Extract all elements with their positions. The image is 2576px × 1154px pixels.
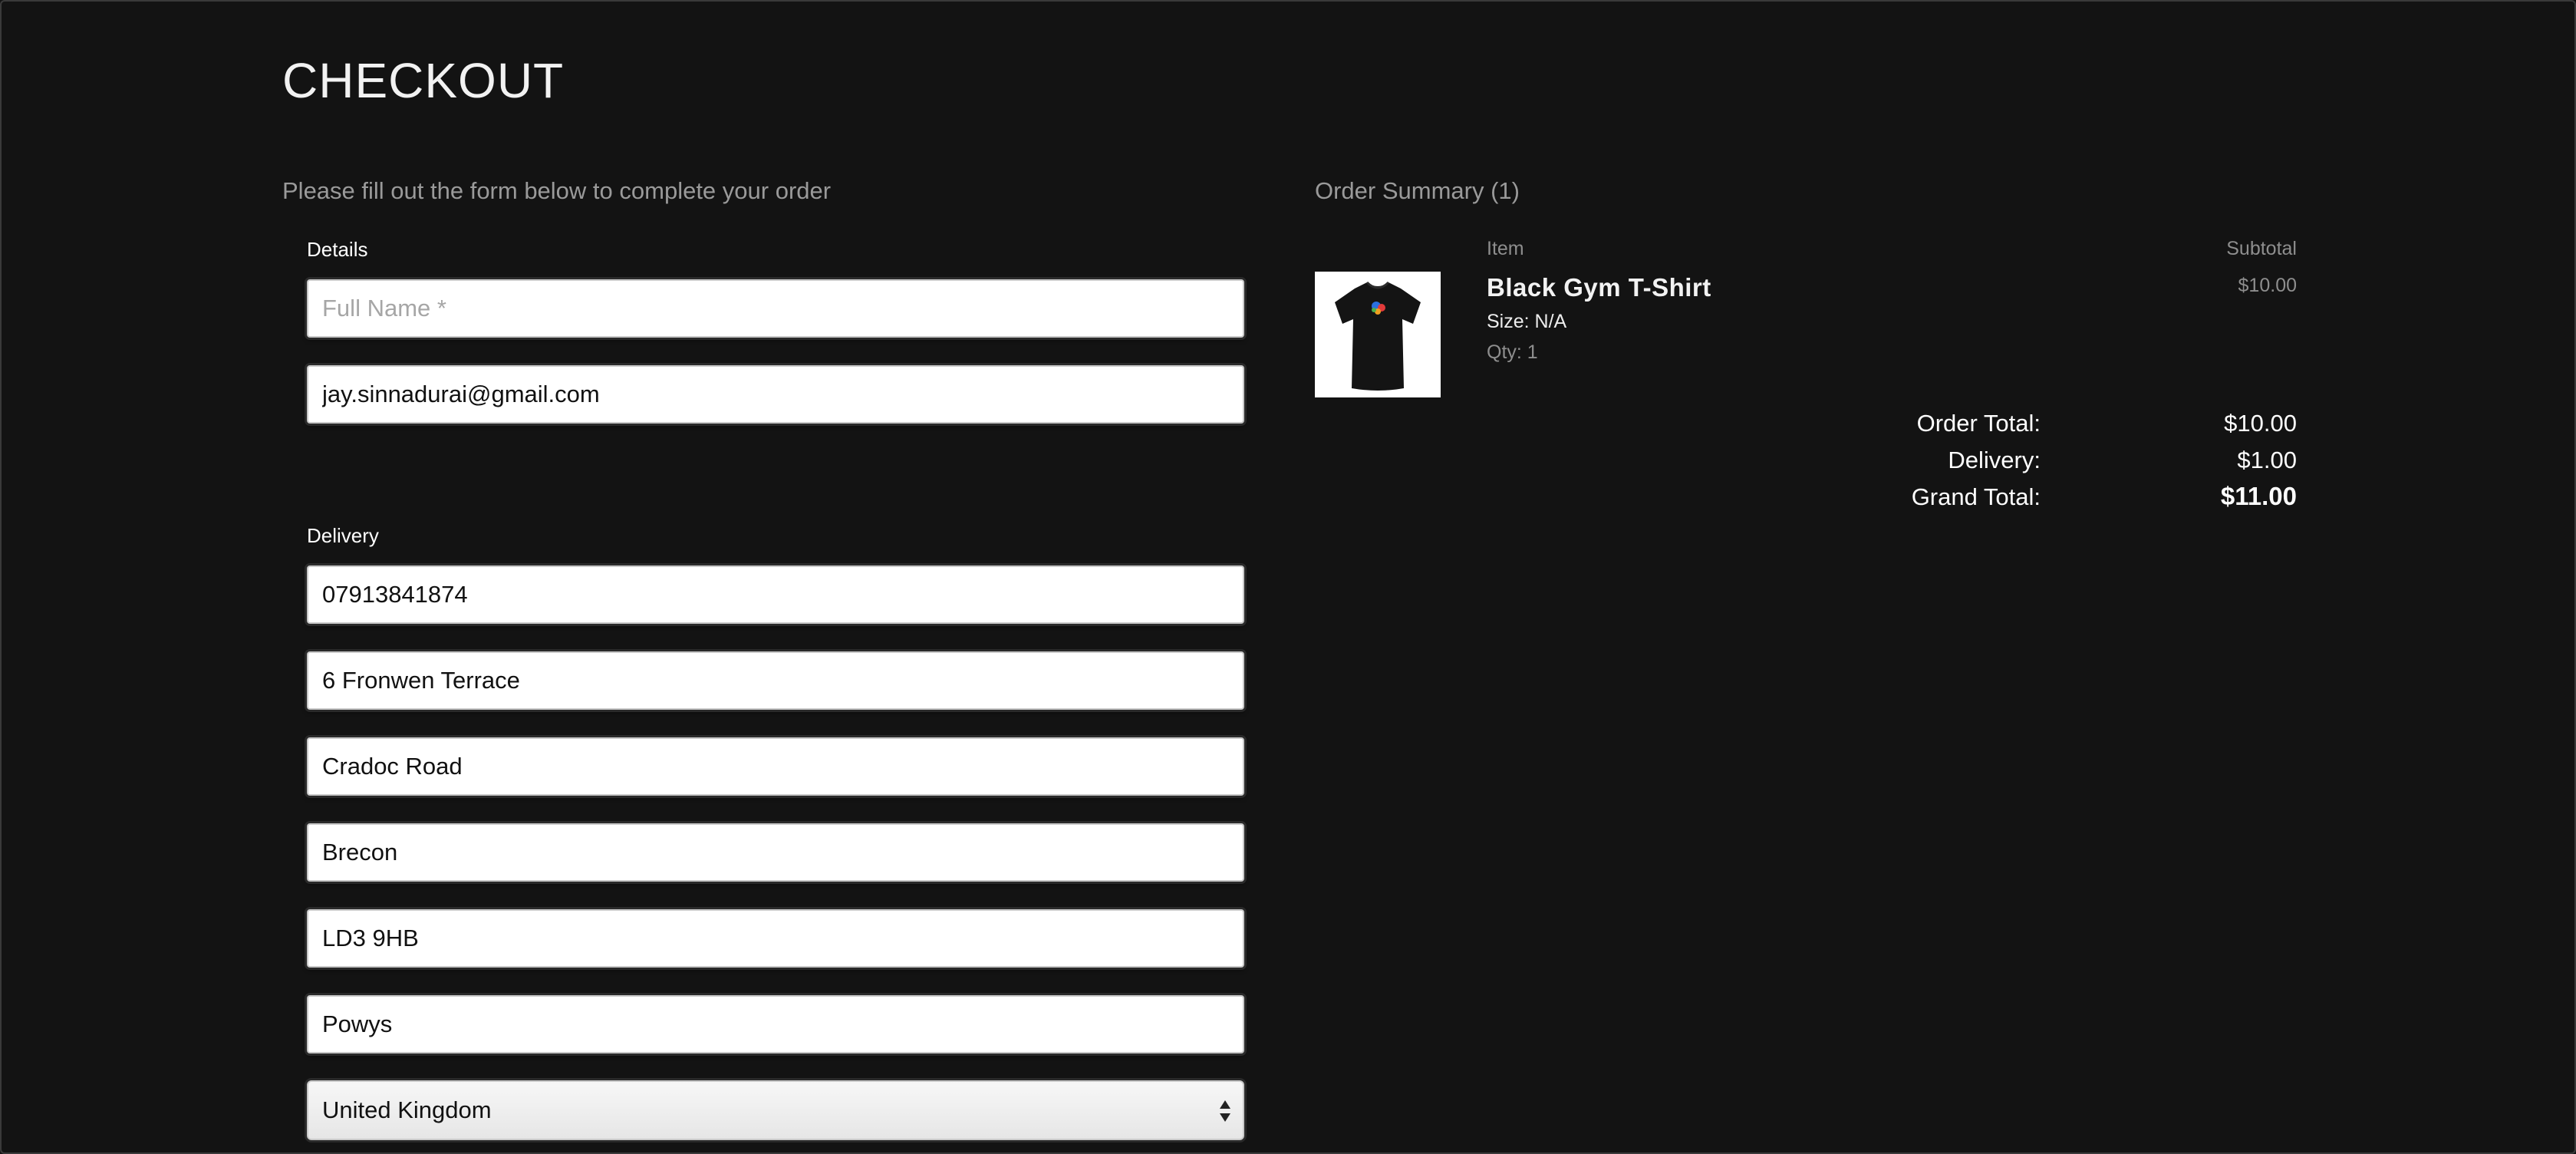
subtotal-column-header: Subtotal: [2226, 238, 2297, 259]
page-title: CHECKOUT: [282, 53, 565, 108]
county-input[interactable]: [307, 995, 1244, 1053]
delivery-cost-value: $1.00: [2237, 447, 2297, 473]
delivery-section-label: Delivery: [307, 524, 379, 547]
order-total-label: Order Total:: [1916, 410, 2041, 437]
grand-total-value: $11.00: [2220, 482, 2297, 510]
full-name-input[interactable]: [307, 279, 1244, 338]
black-tshirt-image: [1315, 272, 1441, 397]
product-size: Size: N/A: [1487, 311, 1567, 332]
select-arrows-icon: [1220, 1100, 1230, 1122]
email-input[interactable]: [307, 365, 1244, 424]
street-address-1-input[interactable]: [307, 651, 1244, 710]
product-name[interactable]: Black Gym T-Shirt: [1487, 273, 1711, 302]
form-intro-text: Please fill out the form below to comple…: [282, 177, 832, 204]
phone-number-input[interactable]: [307, 565, 1244, 624]
item-column-header: Item: [1487, 238, 1524, 259]
postcode-input[interactable]: [307, 909, 1244, 968]
town-city-input[interactable]: [307, 823, 1244, 882]
order-total-value: $10.00: [2224, 410, 2297, 437]
checkout-page: CHECKOUT Please fill out the form below …: [0, 0, 2576, 1154]
country-select[interactable]: United Kingdom: [307, 1080, 1244, 1140]
grand-total-label: Grand Total:: [1911, 483, 2041, 510]
delivery-cost-label: Delivery:: [1948, 447, 2041, 473]
street-address-2-input[interactable]: [307, 737, 1244, 796]
line-item-subtotal: $10.00: [2238, 275, 2297, 296]
order-summary-title: Order Summary (1): [1315, 177, 1520, 204]
country-select-value: United Kingdom: [322, 1096, 492, 1123]
product-image[interactable]: [1315, 272, 1441, 397]
details-section-label: Details: [307, 238, 368, 261]
product-quantity: Qty: 1: [1487, 341, 1538, 363]
